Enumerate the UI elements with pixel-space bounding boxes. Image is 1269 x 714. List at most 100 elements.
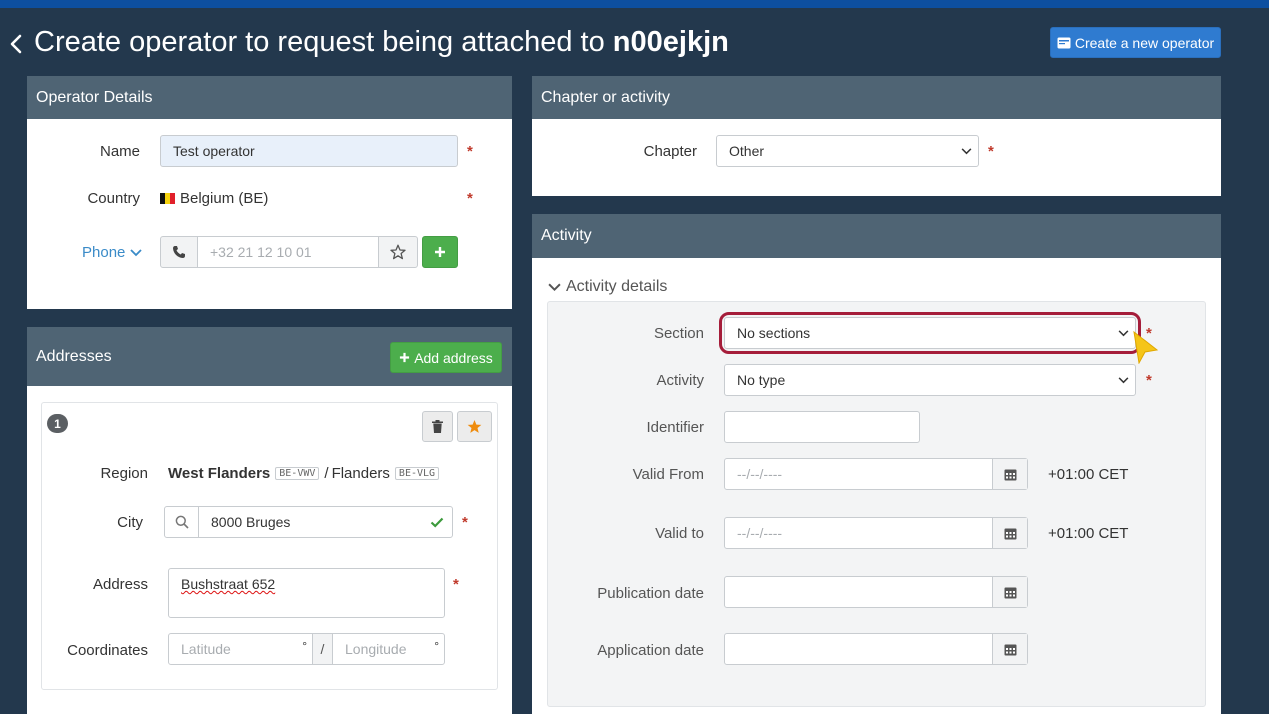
phone-addon <box>160 236 198 268</box>
publication-date-label: Publication date <box>597 585 704 602</box>
valid-from-calendar-button[interactable] <box>992 459 1027 489</box>
phone-label: Phone <box>82 244 126 261</box>
address-value: Bushstraat 652 <box>181 576 276 592</box>
plus-icon <box>435 247 445 257</box>
name-required-mark: * <box>467 143 473 160</box>
name-input[interactable]: Test operator <box>160 135 458 167</box>
identifier-input[interactable] <box>724 411 920 443</box>
valid-to-label: Valid to <box>655 525 704 542</box>
region-province: West Flanders <box>168 465 271 482</box>
operator-details-heading: Operator Details <box>36 88 153 106</box>
latitude-degree: ° <box>302 639 307 653</box>
valid-from-placeholder: --/--/---- <box>737 466 783 482</box>
section-value: No sections <box>737 325 811 341</box>
activity-details-toggle[interactable]: Activity details <box>548 278 667 296</box>
activity-value: No type <box>737 372 786 388</box>
region-code: BE-VLG <box>394 467 440 480</box>
trash-icon <box>432 420 443 433</box>
activity-details-label: Activity details <box>566 278 668 295</box>
longitude-degree: ° <box>434 639 439 653</box>
city-label: City <box>117 514 143 531</box>
top-accent-bar <box>0 0 1269 8</box>
star-icon <box>467 419 482 433</box>
country-required-mark: * <box>467 190 473 207</box>
address-label: Address <box>92 576 148 593</box>
identifier-label: Identifier <box>646 419 704 436</box>
operator-details-header: Operator Details <box>27 76 512 119</box>
coordinates-separator: / <box>312 633 333 665</box>
region-name: Flanders <box>331 465 390 482</box>
application-calendar-button[interactable] <box>992 634 1027 664</box>
chevron-down-icon <box>1118 329 1129 336</box>
application-date-label: Application date <box>597 642 704 659</box>
add-phone-button[interactable] <box>422 236 458 268</box>
chapter-header: Chapter or activity <box>532 76 1221 119</box>
phone-placeholder: +32 21 12 10 01 <box>210 244 312 260</box>
mouse-cursor-icon <box>1133 330 1159 364</box>
phone-type-toggle[interactable]: Phone <box>82 244 143 261</box>
page-title: Create operator to request being attache… <box>34 26 729 58</box>
country-name: Belgium (BE) <box>180 190 269 207</box>
phone-input[interactable]: +32 21 12 10 01 <box>197 236 379 268</box>
create-operator-button[interactable]: Create a new operator <box>1050 27 1221 58</box>
coordinates-label: Coordinates <box>67 642 148 659</box>
activity-select[interactable]: No type <box>724 364 1136 396</box>
region-label: Region <box>100 465 148 482</box>
address-required-mark: * <box>453 576 459 593</box>
chevron-down-icon <box>130 248 143 256</box>
add-address-label: Add address <box>414 349 493 366</box>
longitude-placeholder: Longitude <box>345 641 407 657</box>
calendar-icon <box>1004 528 1016 539</box>
valid-from-input[interactable]: --/--/---- <box>724 458 1028 490</box>
phone-icon <box>173 246 185 258</box>
activity-required-mark: * <box>1146 372 1152 389</box>
region-separator: / <box>324 465 329 482</box>
activity-header: Activity <box>532 214 1221 258</box>
calendar-icon <box>1004 587 1016 598</box>
chevron-down-icon <box>961 147 972 154</box>
city-input[interactable]: 8000 Bruges <box>198 506 453 538</box>
add-address-button[interactable]: Add address <box>390 342 502 373</box>
valid-from-label: Valid From <box>632 466 704 483</box>
addresses-heading: Addresses <box>36 347 112 365</box>
address-textarea[interactable]: Bushstraat 652 <box>168 568 445 618</box>
delete-address-button[interactable] <box>422 411 453 442</box>
plus-icon <box>400 352 410 363</box>
city-search-addon <box>164 506 199 538</box>
valid-to-calendar-button[interactable] <box>992 518 1027 548</box>
favorite-address-button[interactable] <box>457 411 492 442</box>
page-title-entity: n00ejkjn <box>612 26 729 58</box>
back-chevron-icon[interactable] <box>8 32 24 56</box>
chapter-heading: Chapter or activity <box>541 88 670 106</box>
chapter-label: Chapter <box>643 143 697 160</box>
chapter-required-mark: * <box>988 143 994 160</box>
search-icon <box>175 515 189 529</box>
belgium-flag-icon <box>160 193 175 204</box>
calendar-icon <box>1004 469 1016 480</box>
application-date-input[interactable] <box>724 633 1028 665</box>
city-value: 8000 Bruges <box>211 514 291 530</box>
latitude-input[interactable]: Latitude ° <box>168 633 313 665</box>
chapter-value: Other <box>729 143 765 159</box>
chapter-select[interactable]: Other <box>716 135 979 167</box>
publication-date-input[interactable] <box>724 576 1028 608</box>
calendar-icon <box>1004 644 1016 655</box>
id-card-icon <box>1057 37 1071 48</box>
valid-from-timezone: +01:00 CET <box>1048 466 1129 483</box>
chevron-down-icon <box>548 283 561 291</box>
longitude-input[interactable]: Longitude ° <box>332 633 445 665</box>
name-label: Name <box>99 143 140 160</box>
phone-favorite-button[interactable] <box>378 236 418 268</box>
section-select[interactable]: No sections <box>724 317 1136 349</box>
country-label: Country <box>87 190 140 207</box>
country-value: Belgium (BE) <box>160 190 268 207</box>
create-operator-label: Create a new operator <box>1074 34 1215 51</box>
region-province-code: BE-VWV <box>275 467 320 480</box>
latitude-placeholder: Latitude <box>181 641 231 657</box>
check-icon <box>430 517 444 528</box>
address-number-badge: 1 <box>47 414 68 433</box>
publication-calendar-button[interactable] <box>992 577 1027 607</box>
valid-to-placeholder: --/--/---- <box>737 525 783 541</box>
star-outline-icon <box>390 244 406 260</box>
valid-to-input[interactable]: --/--/---- <box>724 517 1028 549</box>
